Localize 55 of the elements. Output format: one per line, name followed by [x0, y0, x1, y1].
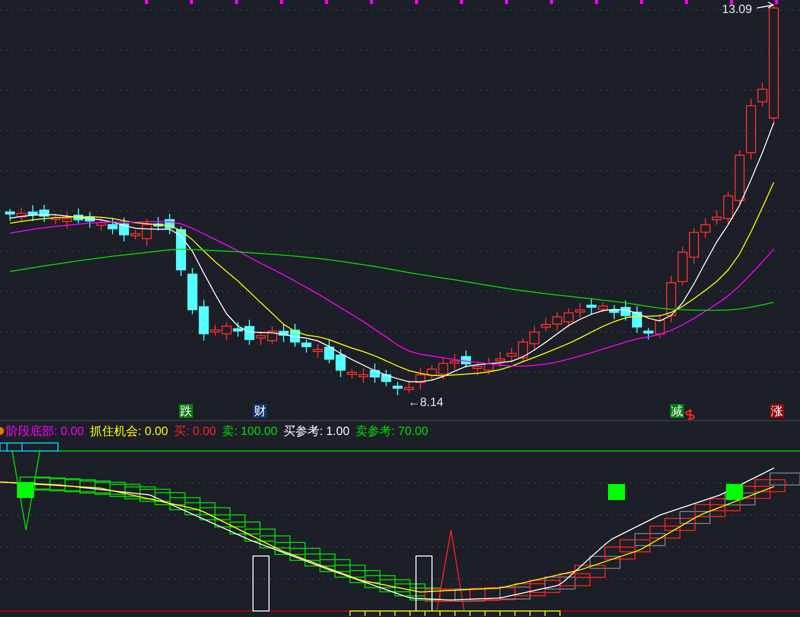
- marker-tick: [190, 0, 193, 4]
- marker-tick: [460, 0, 463, 4]
- marker-tick: [280, 0, 283, 4]
- candlestick: [461, 350, 471, 368]
- candlestick: [609, 304, 620, 320]
- indicator-value: 买: 0.00: [174, 422, 216, 440]
- candlestick: [438, 358, 448, 380]
- signal-badge: 涨: [770, 404, 784, 418]
- marker-tick: [685, 0, 688, 4]
- marker-tick: [325, 0, 328, 4]
- candlestick: [96, 217, 106, 232]
- marker-tick: [235, 0, 238, 4]
- candlestick: [28, 204, 38, 222]
- candlestick: [5, 208, 15, 222]
- marker-tick: [595, 0, 598, 4]
- indicator-value: 卖: 100.00: [222, 422, 278, 440]
- candlestick: [495, 351, 506, 368]
- high-price-label: 13.09: [722, 2, 752, 16]
- marker-tick: [730, 0, 733, 4]
- dollar-sign-icon: [685, 408, 695, 420]
- arrow-icon: [756, 2, 774, 8]
- candlestick: [381, 369, 392, 387]
- marker-tick: [370, 0, 373, 4]
- signal-badge: 财: [253, 404, 267, 418]
- candlestick: [450, 354, 460, 370]
- indicator-value: 抓住机会: 0.00: [90, 422, 168, 440]
- candlestick: [484, 357, 494, 376]
- signal-badge: 跌: [179, 404, 193, 418]
- indicator-value: 买参考: 1.00: [283, 422, 350, 440]
- candlestick: [552, 312, 562, 332]
- candlestick: [392, 381, 403, 396]
- candlestick: [16, 206, 26, 222]
- marker-tick: [415, 0, 418, 4]
- candlestick: [84, 212, 95, 228]
- marker-tick: [775, 0, 778, 4]
- indicator-value: 卖参考: 70.00: [356, 422, 428, 440]
- low-price-label: ←8.14: [408, 395, 444, 409]
- candlestick: [575, 302, 585, 318]
- signal-badge: 减: [670, 404, 684, 418]
- candlestick: [472, 362, 482, 376]
- candlestick: [370, 363, 380, 384]
- marker-tick: [550, 0, 553, 4]
- candlestick: [278, 324, 289, 343]
- candlestick: [564, 308, 574, 328]
- candlestick: [108, 217, 118, 235]
- candlestick: [620, 300, 631, 321]
- candlestick: [73, 208, 84, 224]
- indicator-value: 阶段底部: 0.00: [6, 422, 84, 440]
- candlestick: [678, 246, 688, 286]
- candlestick: [187, 268, 198, 315]
- marker-tick: [640, 0, 643, 4]
- marker-tick: [145, 0, 148, 4]
- candlestick: [426, 364, 437, 381]
- marker-tick: [505, 0, 508, 4]
- candlestick: [267, 326, 278, 344]
